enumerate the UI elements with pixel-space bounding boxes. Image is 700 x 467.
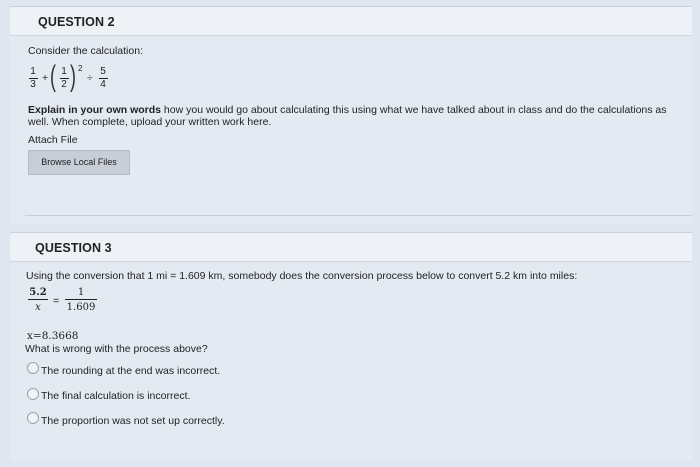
result-value: x=8.3668 — [27, 330, 79, 342]
question-2-instruction-line2: well. When complete, upload your written… — [28, 116, 272, 128]
option-2-label[interactable]: The final calculation is incorrect. — [41, 390, 190, 402]
browse-local-files-button[interactable]: Browse Local Files — [28, 150, 130, 175]
question-3-title: QUESTION 3 — [35, 241, 112, 255]
left-paren: ( — [50, 60, 56, 93]
question-2-panel: QUESTION 2 Consider the calculation: 1 3… — [10, 6, 692, 225]
equals-sign: = — [53, 295, 60, 307]
fraction-left: 5.2 x — [28, 287, 48, 313]
option-1-label[interactable]: The rounding at the end was incorrect. — [41, 365, 220, 377]
question-3-prompt: Using the conversion that 1 mi = 1.609 k… — [26, 270, 578, 282]
fraction-five-fourths: 5 4 — [98, 66, 108, 90]
option-3-label[interactable]: The proportion was not set up correctly. — [41, 415, 225, 427]
question-3-panel: QUESTION 3 Using the conversion that 1 m… — [10, 232, 692, 461]
question-2-intro: Consider the calculation: — [28, 45, 143, 57]
question-3-question: What is wrong with the process above? — [25, 343, 208, 355]
radio-option-1[interactable] — [27, 362, 39, 374]
exponent: 2 — [78, 64, 83, 73]
fraction-one-half: 1 2 — [59, 66, 69, 90]
radio-option-3[interactable] — [27, 412, 39, 424]
question-3-header: QUESTION 3 — [10, 233, 692, 262]
divide-sign: ÷ — [87, 72, 93, 84]
question-2-header: QUESTION 2 — [10, 7, 692, 36]
question-2-title: QUESTION 2 — [38, 15, 115, 29]
divider — [25, 215, 692, 216]
attach-file-label: Attach File — [28, 134, 78, 146]
right-paren: ) — [70, 60, 76, 93]
fraction-one-third: 1 3 — [28, 66, 38, 90]
radio-option-2[interactable] — [27, 388, 39, 400]
fraction-right: 1 1.609 — [65, 287, 97, 313]
plus-sign: + — [42, 72, 49, 84]
